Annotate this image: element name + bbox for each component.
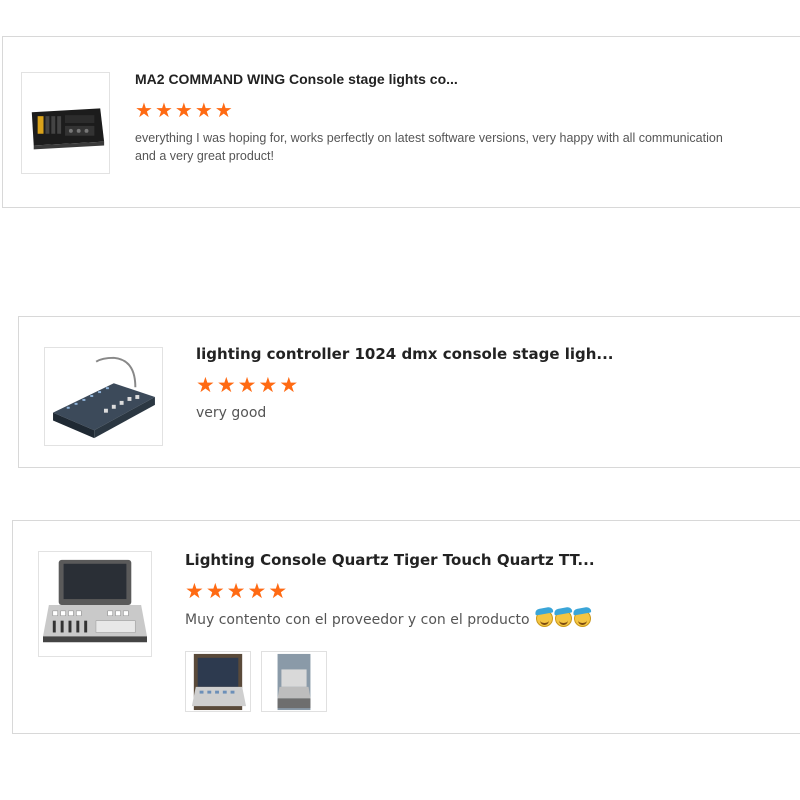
party-face-emoji-icon [574, 610, 592, 627]
star-icon: ★ [135, 100, 153, 122]
review-card: lighting controller 1024 dmx console sta… [18, 316, 800, 468]
star-icon: ★ [268, 580, 288, 603]
star-icon: ★ [185, 580, 204, 603]
product-thumbnail[interactable] [44, 347, 163, 446]
star-rating: ★ ★ ★ ★ ★ [135, 101, 233, 121]
review-text: very good [196, 405, 267, 421]
star-icon: ★ [214, 100, 233, 122]
dmx-console-icon [45, 348, 162, 445]
product-title[interactable]: lighting controller 1024 dmx console sta… [196, 345, 614, 363]
product-thumbnail[interactable] [38, 551, 152, 657]
star-rating: ★ ★ ★ ★ ★ [196, 375, 298, 396]
party-face-emoji-icon [555, 610, 573, 627]
review-photo[interactable] [185, 651, 251, 712]
star-icon: ★ [279, 374, 299, 397]
star-icon: ★ [247, 580, 267, 603]
star-icon: ★ [196, 374, 215, 397]
star-rating: ★ ★ ★ ★ ★ [185, 581, 287, 602]
product-title[interactable]: MA2 COMMAND WING Console stage lights co… [135, 71, 458, 87]
star-icon: ★ [154, 100, 173, 122]
star-icon: ★ [226, 580, 246, 603]
star-icon: ★ [205, 580, 225, 603]
review-text: Muy contento con el proveedor y con el p… [185, 612, 530, 628]
review-card: MA2 COMMAND WING Console stage lights co… [2, 36, 800, 208]
review-photo[interactable] [261, 651, 327, 712]
star-icon: ★ [237, 374, 257, 397]
star-icon: ★ [174, 100, 193, 122]
star-icon: ★ [194, 100, 213, 122]
lighting-console-wing-icon [22, 73, 109, 173]
review-text: everything I was hoping for, works perfe… [135, 131, 723, 164]
review-photo-1 [186, 652, 250, 711]
reviews-page: MA2 COMMAND WING Console stage lights co… [0, 0, 800, 800]
product-thumbnail[interactable] [21, 72, 110, 174]
star-icon: ★ [216, 374, 236, 397]
party-face-emoji-icon [536, 610, 554, 627]
review-photo-2 [262, 652, 326, 711]
tiger-touch-console-icon [39, 552, 151, 656]
product-title[interactable]: Lighting Console Quartz Tiger Touch Quar… [185, 551, 595, 569]
star-icon: ★ [258, 374, 278, 397]
review-card: Lighting Console Quartz Tiger Touch Quar… [12, 520, 800, 734]
review-text-container: Muy contento con el proveedor y con el p… [185, 610, 592, 630]
